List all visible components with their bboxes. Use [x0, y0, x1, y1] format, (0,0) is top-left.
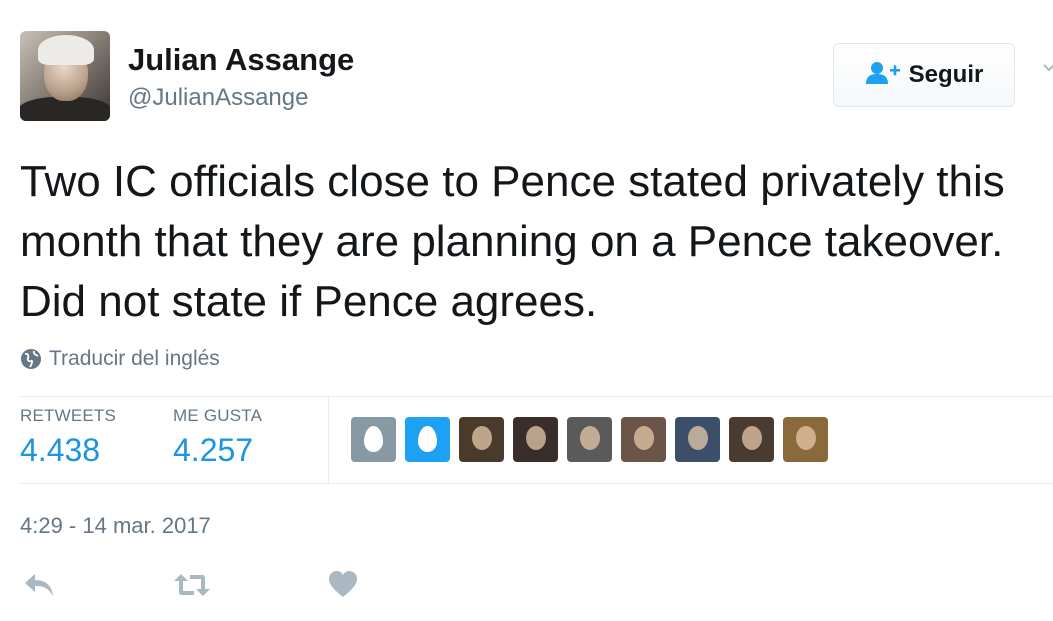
translate-link[interactable]: Traducir del inglés: [20, 347, 220, 371]
add-user-icon: [865, 60, 901, 91]
liker-photo-face: [580, 426, 600, 450]
liker-avatar[interactable]: [459, 417, 504, 462]
reply-button[interactable]: [22, 570, 56, 605]
follow-button[interactable]: Seguir: [833, 43, 1015, 107]
liker-avatar-default[interactable]: [405, 417, 450, 462]
retweets-stat[interactable]: RETWEETS 4.438: [20, 406, 116, 469]
liker-avatar[interactable]: [513, 417, 558, 462]
liker-avatar[interactable]: [567, 417, 612, 462]
tweet-text: Two IC officials close to Pence stated p…: [20, 157, 1005, 326]
display-name[interactable]: Julian Assange: [128, 42, 354, 78]
retweets-label: RETWEETS: [20, 406, 117, 425]
globe-icon: [21, 349, 41, 369]
retweet-button[interactable]: [173, 570, 211, 605]
liker-avatar[interactable]: [621, 417, 666, 462]
follow-button-label: Seguir: [908, 61, 984, 88]
reply-icon: [25, 574, 53, 596]
retweets-count: 4.438: [20, 432, 101, 468]
likes-stat[interactable]: ME GUSTA 4.257: [173, 406, 262, 469]
liker-avatar[interactable]: [729, 417, 774, 462]
liker-photo-face: [526, 426, 546, 450]
liker-photo-face: [688, 426, 708, 450]
stats-divider-bottom: [20, 483, 1053, 484]
liker-photo-face: [796, 426, 816, 450]
liker-avatar[interactable]: [783, 417, 828, 462]
liker-photo-face: [634, 426, 654, 450]
liker-photo-face: [742, 426, 762, 450]
avatar-hair: [38, 35, 94, 65]
chevron-down-icon[interactable]: [1043, 62, 1053, 74]
heart-icon: [329, 571, 357, 597]
liker-avatar-default[interactable]: [351, 417, 396, 462]
liker-avatar[interactable]: [675, 417, 720, 462]
liker-photo-face: [472, 426, 492, 450]
username[interactable]: @JulianAssange: [128, 84, 308, 112]
egg-icon: [364, 426, 383, 452]
retweet-icon: [174, 574, 210, 596]
avatar[interactable]: [20, 31, 110, 121]
egg-icon: [418, 426, 437, 452]
likes-label: ME GUSTA: [173, 406, 263, 425]
like-button[interactable]: [328, 570, 358, 605]
stats-divider-top: [20, 396, 1053, 397]
timestamp[interactable]: 4:29 - 14 mar. 2017: [20, 513, 211, 539]
likes-count: 4.257: [173, 432, 254, 468]
stats-vertical-divider: [328, 397, 329, 483]
translate-label: Traducir del inglés: [49, 347, 220, 370]
likers-avatars: [351, 417, 828, 462]
